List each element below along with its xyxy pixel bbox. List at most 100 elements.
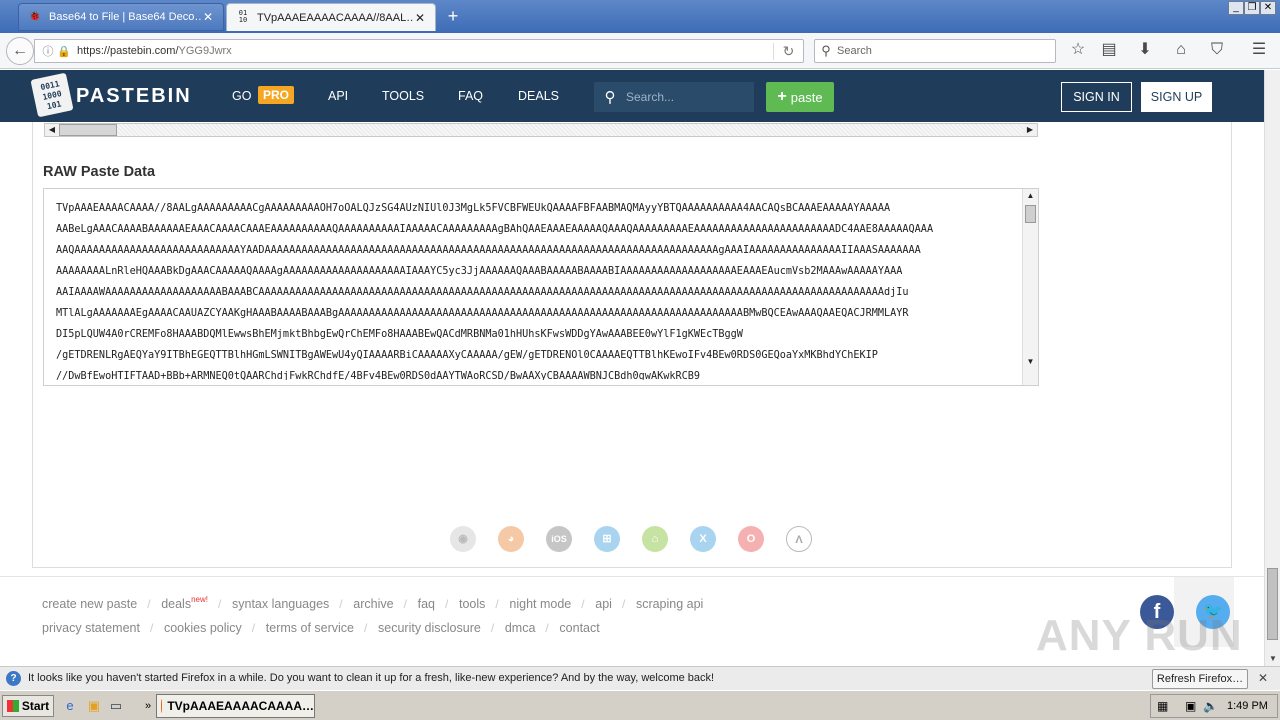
sign-in-button[interactable]: SIGN IN — [1061, 82, 1132, 112]
scroll-thumb[interactable] — [59, 124, 117, 136]
footer-separator: / — [218, 597, 222, 611]
tab-base64[interactable]: 🐞 Base64 to File | Base64 Deco… ✕ — [18, 3, 224, 31]
back-button[interactable]: ← — [6, 37, 34, 65]
raw-paste-textarea[interactable]: TVpAAAEAAAACAAAA//8AALgAAAAAAAAACgAAAAAA… — [43, 188, 1039, 386]
footer-link[interactable]: create new paste — [42, 597, 137, 611]
footer-link[interactable]: security disclosure — [378, 621, 481, 635]
info-icon[interactable]: ⓘ — [39, 43, 57, 59]
raw-line: //DwBfEwoHTIFTAAD+BBb+ARMNEQ0tQAARChdjFw… — [56, 371, 701, 380]
close-tab-icon[interactable]: ✕ — [201, 10, 215, 24]
chrome-icon[interactable]: ◉ — [450, 526, 476, 552]
footer-separator: / — [147, 597, 151, 611]
scroll-thumb[interactable] — [1267, 568, 1278, 640]
display-icon[interactable]: ▣ — [1185, 699, 1196, 713]
refresh-firefox-button[interactable]: Refresh Firefox… — [1152, 669, 1248, 689]
footer-separator: / — [495, 597, 499, 611]
raw-line: AABeLgAAACAAAABAAAAAAEAAACAAAACAAAEAAAAA… — [56, 224, 934, 235]
footer-separator: / — [339, 597, 343, 611]
home-icon[interactable]: ⌂ — [1170, 39, 1192, 61]
site-header: 0011 1000 101 PASTEBIN GO PRO API TOOLS … — [0, 70, 1264, 122]
mac-icon[interactable]: X — [690, 526, 716, 552]
scroll-down-icon[interactable]: ▼ — [1023, 355, 1038, 369]
quick-launch-expand-icon[interactable]: » — [140, 698, 156, 714]
raw-line: AAQAAAAAAAAAAAAAAAAAAAAAAAAAAAYAADAAAAAA… — [56, 245, 921, 256]
footer-link[interactable]: night mode — [509, 597, 571, 611]
footer-link[interactable]: scraping api — [636, 597, 703, 611]
ie-icon[interactable]: e — [62, 698, 78, 714]
raw-line: TVpAAAEAAAACAAAA//8AALgAAAAAAAAACgAAAAAA… — [56, 203, 891, 214]
url-text[interactable]: https://pastebin.com/YGG9Jwrx — [77, 45, 773, 57]
nav-tools[interactable]: TOOLS — [382, 89, 424, 103]
nav-deals[interactable]: DEALS — [518, 89, 559, 103]
browser-search-field[interactable]: ⚲ Search — [814, 39, 1056, 63]
scroll-up-icon[interactable]: ▲ — [1023, 189, 1038, 203]
pro-badge[interactable]: PRO — [258, 86, 295, 104]
minimize-button[interactable]: _ — [1228, 1, 1244, 15]
raw-paste-text[interactable]: TVpAAAEAAAACAAAA//8AALgAAAAAAAAACgAAAAAA… — [56, 198, 1016, 380]
network-icon[interactable]: ▦ — [1157, 699, 1168, 713]
url-bar[interactable]: ⓘ 🔒 https://pastebin.com/YGG9Jwrx ↻ — [34, 39, 804, 63]
opera-icon[interactable]: O — [738, 526, 764, 552]
window-close-button[interactable]: ✕ — [1260, 1, 1276, 15]
folder-icon[interactable]: ▣ — [86, 698, 102, 714]
page-scrollbar[interactable]: ▼ — [1264, 70, 1280, 666]
nav-faq[interactable]: FAQ — [458, 89, 483, 103]
nav-go[interactable]: GO — [232, 89, 251, 103]
footer-link[interactable]: contact — [559, 621, 599, 635]
footer-link[interactable]: terms of service — [266, 621, 354, 635]
volume-icon[interactable]: 🔈 — [1203, 699, 1218, 713]
notification-message: It looks like you haven't started Firefo… — [28, 672, 715, 684]
web-page: 0011 1000 101 PASTEBIN GO PRO API TOOLS … — [0, 70, 1264, 666]
reading-list-icon[interactable]: ▤ — [1098, 39, 1120, 61]
footer-link[interactable]: faq — [418, 597, 435, 611]
plus-icon: + — [777, 88, 787, 105]
search-icon: ⚲ — [821, 43, 831, 58]
bookmark-star-icon[interactable]: ☆ — [1067, 39, 1089, 61]
new-tab-button[interactable]: + — [444, 6, 462, 26]
taskbar-firefox-window[interactable]: TVpAAAEAAAACAAAA… — [156, 694, 315, 718]
ios-icon[interactable]: iOS — [546, 526, 572, 552]
tab-strip: 🐞 Base64 to File | Base64 Deco… ✕ 01 10 T… — [0, 0, 1280, 33]
pastebin-logo-icon[interactable]: 0011 1000 101 — [30, 72, 74, 118]
site-logo[interactable]: PASTEBIN — [76, 85, 192, 108]
textarea-scrollbar[interactable]: ▲ ▼ — [1022, 189, 1038, 385]
footer-link[interactable]: syntax languages — [232, 597, 329, 611]
search-icon: ⚲ — [604, 89, 616, 106]
android-icon[interactable]: ⌂ — [642, 526, 668, 552]
start-button[interactable]: Start — [2, 695, 54, 717]
scroll-thumb[interactable] — [1025, 205, 1036, 223]
footer-separator: / — [581, 597, 585, 611]
footer-link[interactable]: dmca — [505, 621, 536, 635]
site-footer: create new paste / dealsnew! / syntax langua… — [0, 576, 1264, 666]
firefox-notification-bar: ? It looks like you haven't started Fire… — [0, 666, 1280, 690]
raw-line: /gETDRENLRgAEQYaY9ITBhEGEQTTBlhHGmLSWNIT… — [56, 350, 878, 361]
clock: 1:49 PM — [1227, 700, 1268, 712]
menu-icon[interactable]: ☰ — [1248, 39, 1270, 61]
firefox-icon[interactable]: ◕ — [498, 526, 524, 552]
footer-link[interactable]: dealsnew! — [161, 595, 208, 611]
sign-up-button[interactable]: SIGN UP — [1141, 82, 1212, 112]
scroll-right-icon[interactable]: ▶ — [1023, 124, 1037, 136]
scroll-down-icon[interactable]: ▼ — [1265, 652, 1280, 666]
new-paste-button[interactable]: + paste — [766, 82, 834, 112]
pocket-icon[interactable]: ⛉ — [1206, 39, 1228, 61]
linux-icon[interactable]: Λ — [786, 526, 812, 552]
footer-link[interactable]: api — [595, 597, 612, 611]
scroll-left-icon[interactable]: ◀ — [45, 124, 59, 136]
download-icon[interactable]: ⬇ — [1134, 39, 1156, 61]
site-search-input[interactable]: ⚲ Search... — [594, 82, 754, 112]
nav-api[interactable]: API — [328, 89, 348, 103]
desktop-icon[interactable]: ▭ — [108, 698, 124, 714]
close-icon[interactable]: ✕ — [1258, 671, 1268, 685]
tab-pastebin[interactable]: 01 10 TVpAAAEAAAACAAAA//8AAL… ✕ — [226, 3, 436, 31]
footer-link[interactable]: archive — [353, 597, 393, 611]
footer-link[interactable]: cookies policy — [164, 621, 242, 635]
restore-button[interactable]: ❐ — [1244, 1, 1260, 15]
footer-link[interactable]: tools — [459, 597, 485, 611]
close-tab-icon[interactable]: ✕ — [413, 11, 427, 25]
horizontal-scrollbar[interactable]: ◀ ▶ — [44, 123, 1038, 137]
footer-link[interactable]: privacy statement — [42, 621, 140, 635]
tab-title: TVpAAAEAAAACAAAA//8AAL… — [257, 11, 413, 24]
windows-icon[interactable]: ⊞ — [594, 526, 620, 552]
reload-icon[interactable]: ↻ — [773, 42, 803, 60]
